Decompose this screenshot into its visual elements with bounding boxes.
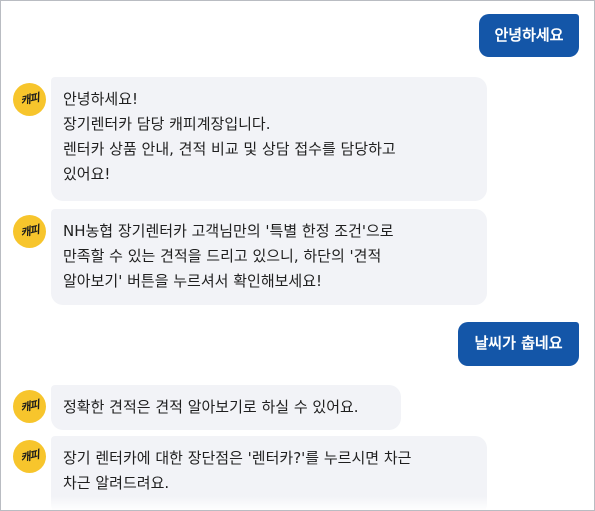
message-line: 장기 렌터카에 대한 장단점은 '렌터카?'를 누르시면 차근 [63,449,412,467]
avatar-logo-text: 캐피 [19,223,40,240]
chat-log[interactable]: 안녕하세요 캐피 안녕하세요! 장기렌터카 담당 캐피계장입니다. 렌터카 상품… [1,1,594,510]
scroll-fade [1,496,594,510]
message-line: 안녕하세요! [63,90,139,108]
message-line: 있어요! [63,165,111,183]
message-line: 정확한 견적은 견적 알아보기로 하실 수 있어요. [63,398,359,416]
bot-avatar: 캐피 [13,83,46,116]
message-line: 만족할 수 있는 견적을 드리고 있으니, 하단의 '견적 [63,247,382,265]
avatar-logo-text: 캐피 [19,448,40,465]
user-message-text: 날씨가 춥네요 [474,334,563,352]
message-line: 알아보기' 버튼을 누르셔서 확인해보세요! [63,272,323,290]
user-message-bubble: 안녕하세요 [479,14,579,57]
avatar-logo-text: 캐피 [19,398,40,415]
message-line: 렌터카 상품 안내, 견적 비교 및 상담 접수를 담당하고 [63,140,396,158]
message-line: NH농협 장기렌터카 고객님만의 '특별 한정 조건'으로 [63,222,394,240]
bot-message-bubble: NH농협 장기렌터카 고객님만의 '특별 한정 조건'으로 만족할 수 있는 견… [51,209,487,305]
chat-window: 안녕하세요 캐피 안녕하세요! 장기렌터카 담당 캐피계장입니다. 렌터카 상품… [0,0,595,511]
bot-avatar: 캐피 [13,390,46,423]
user-message-text: 안녕하세요 [494,26,564,44]
bot-message-bubble: 정확한 견적은 견적 알아보기로 하실 수 있어요. [51,385,401,430]
bot-avatar: 캐피 [13,215,46,248]
bot-avatar: 캐피 [13,440,46,473]
message-line: 차근 알려드려요. [63,474,170,492]
bot-message-bubble: 안녕하세요! 장기렌터카 담당 캐피계장입니다. 렌터카 상품 안내, 견적 비… [51,77,487,201]
avatar-logo-text: 캐피 [19,91,40,108]
message-line: 장기렌터카 담당 캐피계장입니다. [63,115,271,133]
user-message-bubble: 날씨가 춥네요 [458,322,579,366]
